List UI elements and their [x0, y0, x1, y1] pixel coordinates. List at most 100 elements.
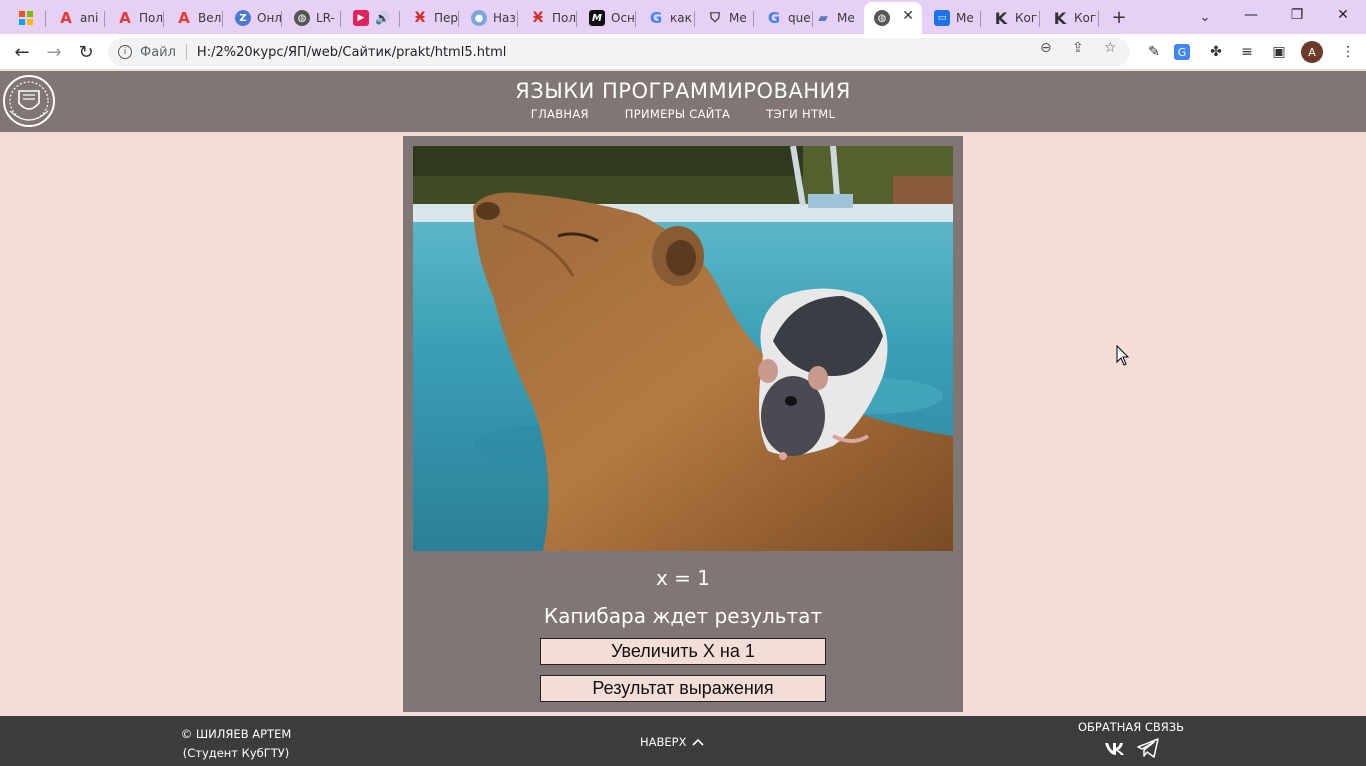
tab-active[interactable]: ◍ ✕ [864, 2, 922, 34]
tab-search-button[interactable]: ⌄ [1191, 5, 1219, 29]
tab-3[interactable]: A Вел [166, 4, 223, 32]
url-text[interactable]: H:/2%20курс/ЯП/web/Сайтик/prakt/html5.ht… [197, 45, 506, 60]
restore-button[interactable]: ❐ [1274, 0, 1320, 30]
tab-9[interactable]: Ӿ Пол [520, 4, 577, 32]
tab-label: Наз [493, 11, 516, 25]
tab-12[interactable]: ⛉ Me [697, 4, 754, 32]
forward-button[interactable]: → [40, 38, 68, 66]
content-panel: x = 1 Капибара ждет результат Увеличить … [403, 136, 963, 712]
tab-5[interactable]: ◍ LR- [284, 4, 341, 32]
chat-icon: ▭ [934, 10, 950, 26]
file-label: Файл [140, 44, 176, 60]
tab-label: Ког [1015, 11, 1038, 25]
shield-icon: ⛉ [710, 10, 720, 26]
site-header: ЯЗЫКИ ПРОГРАММИРОВАНИЯ ГЛАВНАЯ ПРИМЕРЫ С… [0, 71, 1366, 132]
tab-18[interactable]: K Ког [1042, 4, 1099, 32]
tab-label: Вел [198, 11, 222, 25]
tab-4[interactable]: Z Онл [225, 4, 282, 32]
tab-6[interactable]: ▶ 🔊 [343, 4, 400, 32]
globe-icon: ◍ [874, 10, 890, 26]
to-top-label: НАВЕРХ [640, 735, 687, 749]
tab-label: ani [80, 11, 99, 25]
site-nav: ГЛАВНАЯ ПРИМЕРЫ САЙТА ТЭГИ HTML [0, 107, 1366, 121]
back-button[interactable]: ← [8, 38, 36, 66]
tab-label: Me [729, 11, 747, 25]
figure-red-icon: Ӿ [532, 10, 544, 26]
increase-x-button[interactable]: Увеличить X на 1 [540, 638, 826, 665]
address-bar[interactable]: i Файл H:/2%20курс/ЯП/web/Сайтик/prakt/h… [108, 38, 1130, 66]
to-top-link[interactable]: НАВЕРХ [640, 735, 705, 749]
nav-html-tags-link[interactable]: ТЭГИ HTML [766, 107, 835, 121]
capybara-rat-photo [413, 146, 953, 551]
globe-icon: ◍ [294, 10, 310, 26]
play-red-icon: ▶ [353, 10, 369, 26]
tab-label: LR- [316, 11, 335, 25]
a-red-icon: A [119, 9, 131, 27]
tab-label: Me [837, 11, 855, 25]
media-controls-icon[interactable]: ≡ [1237, 42, 1257, 62]
tab-8[interactable]: ● Наз [461, 4, 518, 32]
profile-avatar[interactable]: A [1301, 41, 1323, 63]
bookmark-star-icon[interactable]: ☆ [1104, 40, 1117, 56]
google-icon: G [649, 9, 663, 27]
tab-17[interactable]: K Ког [983, 4, 1040, 32]
telegram-icon[interactable] [1136, 738, 1160, 758]
student-text: (Студент КубГТУ) [182, 746, 290, 760]
tab-label: Пер [434, 11, 459, 25]
mouse-cursor-icon [1116, 345, 1130, 366]
vk-icon[interactable] [1104, 738, 1128, 758]
tab-14[interactable]: ▰ Me [805, 4, 862, 32]
copyright-text: © ШИЛЯЕВ АРТЕМ [180, 727, 292, 741]
k-icon: K [1053, 8, 1067, 28]
nav-examples-link[interactable]: ПРИМЕРЫ САЙТА [625, 107, 730, 121]
translate-icon[interactable]: G [1174, 44, 1190, 60]
info-icon[interactable]: i [118, 45, 132, 59]
m-black-icon: M [589, 10, 605, 26]
result-message: Капибара ждет результат [543, 604, 823, 628]
tab-11[interactable]: G как [638, 4, 695, 32]
figure-red-icon: Ӿ [414, 10, 426, 26]
site-footer: © ШИЛЯЕВ АРТЕМ (Студент КубГТУ) НАВЕРХ О… [0, 716, 1366, 766]
tab-16[interactable]: ▭ Me [924, 4, 981, 32]
share-icon[interactable]: ⇪ [1072, 40, 1084, 56]
tab-apps[interactable] [8, 4, 46, 32]
social-links [1104, 738, 1160, 758]
folder-icon: ▰ [818, 10, 828, 26]
tab-2[interactable]: A Пол [107, 4, 164, 32]
extension-pen-icon[interactable]: ✎ [1144, 42, 1164, 62]
new-tab-button[interactable]: + [1105, 5, 1133, 29]
nav-home-link[interactable]: ГЛАВНАЯ [531, 107, 589, 121]
person-icon: ● [471, 10, 487, 26]
tab-label: Me [956, 11, 974, 25]
tab-1[interactable]: A ani [48, 4, 105, 32]
browser-toolbar: ← → ↻ i Файл H:/2%20курс/ЯП/web/Сайтик/p… [0, 34, 1366, 70]
tab-10[interactable]: M Осн [579, 4, 636, 32]
k-icon: K [994, 8, 1008, 28]
feedback-heading: ОБРАТНАЯ СВЯЗЬ [1077, 720, 1185, 734]
x-value-display: x = 1 [655, 566, 711, 590]
tab-7[interactable]: Ӿ Пер [402, 4, 459, 32]
tab-label: Пол [139, 11, 164, 25]
z-blue-icon: Z [235, 10, 251, 26]
windows-apps-icon [18, 10, 34, 26]
extensions-puzzle-icon[interactable]: ✤ [1206, 42, 1226, 62]
browser-tab-strip: A ani A Пол A Вел Z Онл ◍ LR- ▶ 🔊 Ӿ Пер … [0, 0, 1366, 34]
reload-button[interactable]: ↻ [72, 38, 100, 66]
tab-label: Ког [1074, 11, 1097, 25]
close-window-button[interactable]: ✕ [1320, 0, 1366, 30]
result-button[interactable]: Результат выражения [540, 675, 826, 702]
close-tab-icon[interactable]: ✕ [902, 8, 914, 24]
tab-label: Онл [257, 11, 282, 25]
menu-icon[interactable]: ⋮ [1338, 42, 1358, 62]
tab-label: как [670, 11, 692, 25]
a-red-icon: A [60, 9, 72, 27]
minimize-button[interactable]: — [1228, 0, 1274, 30]
zoom-icon[interactable]: ⊖ [1040, 40, 1052, 56]
side-panel-icon[interactable]: ▣ [1269, 42, 1289, 62]
site-title: ЯЗЫКИ ПРОГРАММИРОВАНИЯ [515, 79, 851, 103]
a-red-icon: A [178, 9, 190, 27]
tab-label: Пол [552, 11, 577, 25]
tab-label: Осн [611, 11, 635, 25]
speaker-icon[interactable]: 🔊 [375, 11, 390, 25]
google-icon: G [767, 9, 781, 27]
